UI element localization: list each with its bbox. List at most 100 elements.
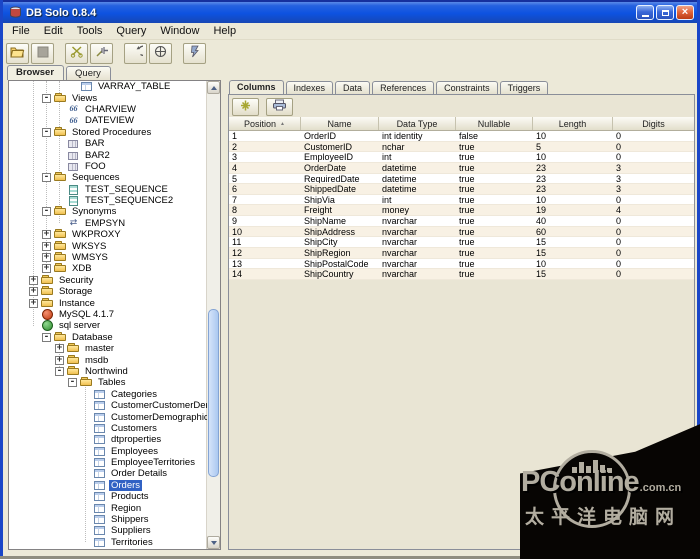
tree-item-storage[interactable]: + Storage — [9, 286, 207, 297]
collapse-icon[interactable]: - — [42, 173, 51, 183]
tree-item-shippers[interactable]: Shippers — [9, 514, 207, 525]
tree-item-wksys[interactable]: + WKSYS — [9, 240, 207, 252]
tree-item-msdb[interactable]: + msdb — [9, 354, 207, 366]
tree-item-products[interactable]: Products — [9, 491, 207, 502]
run-query-button[interactable] — [183, 42, 206, 64]
expand-icon[interactable]: + — [42, 253, 51, 263]
minimize-button[interactable] — [636, 5, 654, 20]
panel-splitter[interactable] — [221, 80, 228, 550]
menu-tools[interactable]: Tools — [70, 24, 110, 38]
table-row[interactable]: 13 ShipPostalCode nvarchar true 10 0 — [229, 258, 694, 270]
table-row[interactable]: 10 ShipAddress nvarchar true 60 0 — [229, 226, 694, 238]
scrollbar-thumb[interactable] — [208, 309, 219, 477]
tree-item-territories[interactable]: Territories — [9, 537, 207, 548]
expand-icon[interactable]: + — [29, 298, 38, 308]
tree-item-views[interactable]: - Views — [9, 92, 207, 104]
column-header-digits[interactable]: Digits — [613, 117, 694, 130]
tree-item-test-sequence[interactable]: TEST_SEQUENCE — [9, 184, 207, 195]
collapse-icon[interactable]: - — [42, 127, 51, 137]
tree-item-bar2[interactable]: BAR2 — [9, 149, 207, 161]
table-row[interactable]: 8 Freight money true 19 4 — [229, 205, 694, 217]
tree-item-orders[interactable]: Orders — [9, 479, 207, 491]
refresh-button[interactable] — [232, 97, 259, 116]
column-header-position[interactable]: Position ▲ — [229, 117, 301, 130]
table-row[interactable]: 6 ShippedDate datetime true 23 3 — [229, 184, 694, 195]
tree-item-synonyms[interactable]: - Synonyms — [9, 206, 207, 217]
collapse-icon[interactable]: - — [55, 366, 64, 376]
scroll-down-button[interactable] — [207, 536, 220, 549]
tree-item-dtproperties[interactable]: dtproperties — [9, 434, 207, 445]
table-row[interactable]: 5 RequiredDate datetime true 23 3 — [229, 173, 694, 185]
tree-item-instance[interactable]: + Instance — [9, 297, 207, 309]
tree-item-varray-table[interactable]: VARRAY_TABLE — [9, 81, 207, 92]
maximize-button[interactable] — [656, 5, 674, 20]
tree-item-northwind[interactable]: - Northwind — [9, 365, 207, 377]
expand-icon[interactable]: + — [29, 287, 38, 297]
undo-arrow-button[interactable] — [124, 42, 148, 64]
open-folder-button[interactable] — [6, 42, 29, 64]
scissors-button[interactable] — [65, 42, 88, 64]
tree-item-bar[interactable]: BAR — [9, 138, 207, 149]
menu-query[interactable]: Query — [109, 24, 153, 38]
tree-item-charview[interactable]: 66 CHARVIEW — [9, 104, 207, 115]
tab-triggers[interactable]: Triggers — [499, 81, 549, 94]
tree-scrollbar[interactable] — [206, 81, 220, 549]
collapse-icon[interactable]: - — [42, 93, 51, 103]
table-row[interactable]: 7 ShipVia int true 10 0 — [229, 194, 694, 206]
menu-help[interactable]: Help — [206, 24, 243, 38]
tree-item-stored-procedures[interactable]: - Stored Procedures — [9, 126, 207, 138]
tab-indexes[interactable]: Indexes — [285, 81, 334, 94]
tab-browser[interactable]: Browser — [7, 65, 65, 80]
tab-constraints[interactable]: Constraints — [436, 81, 498, 94]
table-row[interactable]: 4 OrderDate datetime true 23 3 — [229, 162, 694, 174]
tree-item-master[interactable]: + master — [9, 343, 207, 354]
crosshair-globe-button[interactable] — [149, 42, 172, 64]
menu-window[interactable]: Window — [153, 24, 206, 38]
tree-item-employees[interactable]: Employees — [9, 446, 207, 457]
tree-item-sequences[interactable]: - Sequences — [9, 172, 207, 183]
table-row[interactable]: 2 CustomerID nchar true 5 0 — [229, 141, 694, 153]
tab-query[interactable]: Query — [66, 66, 111, 80]
tree-item-employeeterritories[interactable]: EmployeeTerritories — [9, 457, 207, 468]
expand-icon[interactable]: + — [55, 355, 64, 365]
export-button[interactable] — [266, 97, 293, 116]
close-button[interactable]: × — [676, 5, 694, 20]
table-row[interactable]: 11 ShipCity nvarchar true 15 0 — [229, 237, 694, 249]
tree-item-foo[interactable]: FOO — [9, 161, 207, 172]
expand-icon[interactable]: + — [42, 241, 51, 251]
tree-item-categories[interactable]: Categories — [9, 389, 207, 400]
table-row[interactable]: 9 ShipName nvarchar true 40 0 — [229, 216, 694, 227]
menu-file[interactable]: File — [5, 24, 37, 38]
connector-button[interactable] — [90, 42, 113, 64]
tree-item-wkproxy[interactable]: + WKPROXY — [9, 229, 207, 240]
tree-item-empsyn[interactable]: ⇄ EMPSYN — [9, 218, 207, 229]
collapse-icon[interactable]: - — [42, 332, 51, 342]
table-row[interactable]: 14 ShipCountry nvarchar true 15 0 — [229, 269, 694, 280]
tree-item-tables[interactable]: - Tables — [9, 377, 207, 388]
tree-item-security[interactable]: + Security — [9, 274, 207, 286]
tree-item-customercustomerdemo[interactable]: CustomerCustomerDemo — [9, 400, 207, 411]
table-row[interactable]: 1 OrderID int identity false 10 0 — [229, 131, 694, 142]
tree-item-test-sequence2[interactable]: TEST_SEQUENCE2 — [9, 195, 207, 207]
tree-item-customerdemographics[interactable]: CustomerDemographics — [9, 411, 207, 423]
collapse-icon[interactable]: - — [42, 207, 51, 217]
table-row[interactable]: 12 ShipRegion nvarchar true 15 0 — [229, 248, 694, 259]
tree-item-database[interactable]: - Database — [9, 331, 207, 343]
stop-button[interactable] — [31, 42, 54, 64]
menu-edit[interactable]: Edit — [37, 24, 70, 38]
tree-item-customers[interactable]: Customers — [9, 423, 207, 434]
tab-data[interactable]: Data — [335, 81, 371, 94]
column-header-name[interactable]: Name — [301, 117, 379, 130]
tree-item-xdb[interactable]: + XDB — [9, 263, 207, 274]
tree-item-region[interactable]: Region — [9, 502, 207, 514]
scroll-up-button[interactable] — [207, 81, 220, 94]
column-header-data-type[interactable]: Data Type — [379, 117, 456, 130]
column-header-length[interactable]: Length — [533, 117, 613, 130]
tree-item-wmsys[interactable]: + WMSYS — [9, 252, 207, 263]
expand-icon[interactable]: + — [55, 344, 64, 354]
tree-item-dateview[interactable]: 66 DATEVIEW — [9, 115, 207, 126]
table-row[interactable]: 3 EmployeeID int true 10 0 — [229, 152, 694, 163]
tree-item-mysql-4-1-7[interactable]: MySQL 4.1.7 — [9, 309, 207, 320]
collapse-icon[interactable]: - — [68, 378, 77, 388]
tree-item-suppliers[interactable]: Suppliers — [9, 525, 207, 536]
